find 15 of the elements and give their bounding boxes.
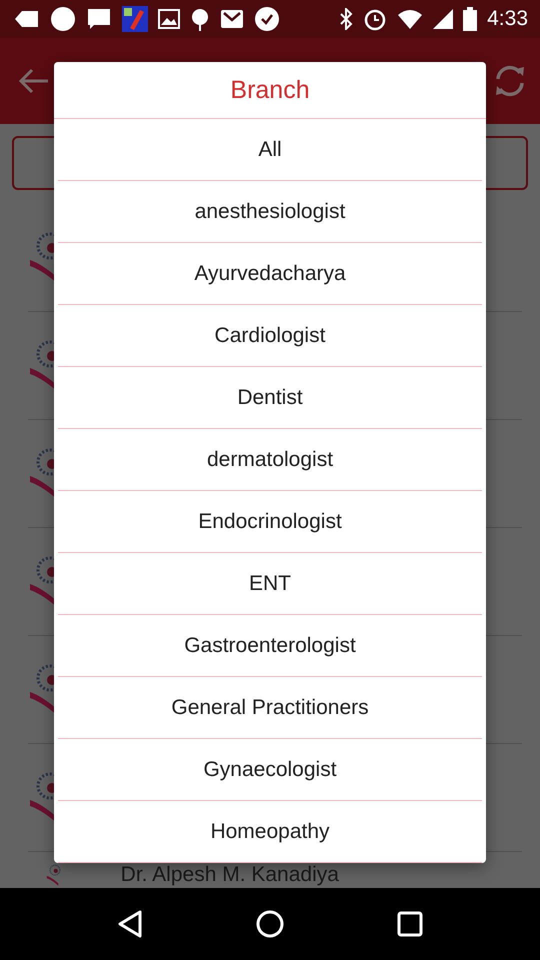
branch-option[interactable]: Endocrinologist (58, 491, 482, 553)
branch-option[interactable]: All (58, 119, 482, 181)
branch-option[interactable]: Gastroenterologist (58, 615, 482, 677)
branch-option[interactable]: dermatologist (58, 429, 482, 491)
branch-option[interactable]: Gynaecologist (58, 739, 482, 801)
branch-option[interactable]: Dentist (58, 367, 482, 429)
branch-option[interactable]: General Practitioners (58, 677, 482, 739)
branch-option[interactable]: Cardiologist (58, 305, 482, 367)
branch-option[interactable]: Ayurvedacharya (58, 243, 482, 305)
branch-option[interactable]: Homeopathy (58, 801, 482, 863)
doctor-name: Dr. Alpesh M. Kanadiya (120, 864, 339, 886)
clock-time: 4:33 (487, 7, 528, 31)
dialog-title: Branch (54, 62, 486, 119)
branch-option[interactable]: ENT (58, 553, 482, 615)
branch-option[interactable]: anesthesiologist (58, 181, 482, 243)
